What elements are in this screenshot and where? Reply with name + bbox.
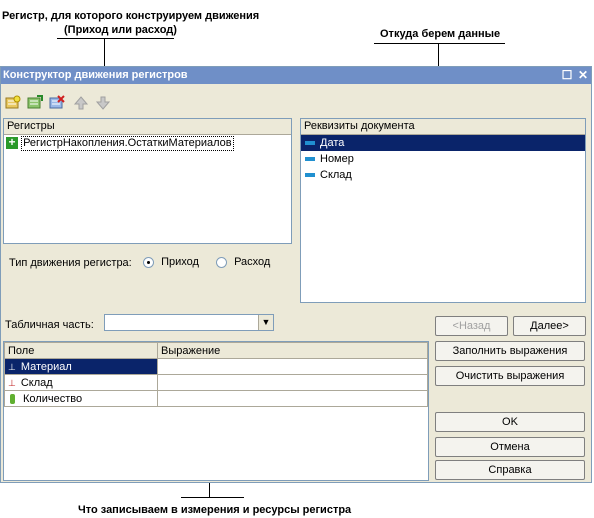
expression-cell[interactable]	[157, 358, 428, 375]
maximize-icon[interactable]: ☐	[560, 68, 574, 82]
dimension-icon: ⊥	[8, 377, 16, 388]
field-name: Склад	[20, 376, 53, 389]
register-movement-constructor-window: Конструктор движения регистров ☐ ✕ Регис…	[0, 66, 592, 483]
dimension-icon: ⊥	[8, 361, 16, 372]
column-expression[interactable]: Выражение	[157, 342, 428, 359]
window-title: Конструктор движения регистров	[3, 69, 188, 81]
annotation-bottom: Что записываем в измерения и ресурсы рег…	[78, 504, 352, 516]
attribute-icon	[305, 141, 315, 146]
attr-item-warehouse[interactable]: Склад	[301, 167, 585, 183]
close-icon[interactable]: ✕	[576, 68, 590, 82]
attr-label: Номер	[320, 153, 354, 165]
table-part-label: Табличная часть:	[5, 319, 94, 331]
registers-panel: Регистры + РегистрНакопления.ОстаткиМате…	[3, 118, 292, 244]
clear-expressions-button[interactable]: Очистить выражения	[435, 366, 585, 386]
window-titlebar: Конструктор движения регистров ☐ ✕	[1, 67, 591, 84]
field-cell[interactable]: ⊥ Склад	[4, 374, 158, 391]
ok-button[interactable]: OK	[435, 412, 585, 432]
column-field[interactable]: Поле	[4, 342, 158, 359]
register-plus-icon: +	[6, 136, 18, 150]
document-attributes-header: Реквизиты документа	[301, 119, 585, 135]
attr-item-date[interactable]: Дата	[301, 135, 585, 151]
table-part-select[interactable]: ▼	[104, 314, 274, 331]
table-row[interactable]: ⊥ Материал	[4, 358, 428, 375]
attr-label: Склад	[320, 169, 352, 181]
attribute-icon	[305, 173, 315, 178]
radio-expense-indicator[interactable]	[216, 256, 227, 268]
table-row[interactable]: Количество	[4, 390, 428, 407]
field-name: Количество	[23, 392, 83, 405]
attr-label: Дата	[320, 137, 345, 149]
next-button[interactable]: Далее>	[513, 316, 586, 336]
annotation-underline-right	[374, 43, 505, 44]
field-name: Материал	[20, 360, 72, 373]
fields-table: Поле Выражение ⊥ Материал ⊥ Склад Количест…	[4, 342, 428, 407]
expression-cell[interactable]	[157, 374, 428, 391]
move-up-icon[interactable]	[73, 95, 89, 111]
back-button[interactable]: <Назад	[435, 316, 508, 336]
cancel-button[interactable]: Отмена	[435, 437, 585, 457]
insert-register-icon[interactable]	[27, 95, 43, 111]
resource-icon	[10, 393, 15, 404]
help-button[interactable]: Справка	[435, 460, 585, 480]
radio-income-label: Приход	[161, 256, 199, 268]
attr-item-number[interactable]: Номер	[301, 151, 585, 167]
movement-type-label: Тип движения регистра:	[9, 257, 132, 269]
table-row[interactable]: ⊥ Склад	[4, 374, 428, 391]
document-attributes-panel: Реквизиты документа Дата Номер Склад	[300, 118, 586, 303]
chevron-down-icon[interactable]: ▼	[258, 315, 273, 330]
fields-table-panel: Поле Выражение ⊥ Материал ⊥ Склад Количест…	[3, 341, 429, 481]
radio-income[interactable]: Приход	[143, 256, 199, 268]
radio-income-indicator[interactable]	[143, 256, 154, 268]
register-item[interactable]: + РегистрНакопления.ОстаткиМатериалов	[4, 135, 291, 151]
annotation-register: Регистр, для которого конструируем движе…	[2, 10, 260, 22]
field-cell[interactable]: Количество	[4, 390, 158, 407]
radio-expense[interactable]: Расход	[216, 256, 270, 268]
add-register-icon[interactable]	[5, 95, 21, 111]
register-item-label: РегистрНакопления.ОстаткиМатериалов	[21, 136, 234, 151]
delete-register-icon[interactable]	[49, 95, 65, 111]
registers-header: Регистры	[4, 119, 291, 135]
expression-cell[interactable]	[157, 390, 428, 407]
fill-expressions-button[interactable]: Заполнить выражения	[435, 341, 585, 361]
radio-expense-label: Расход	[234, 256, 271, 268]
annotation-register-sub: (Приход или расход)	[64, 24, 177, 36]
attribute-icon	[305, 157, 315, 162]
move-down-icon[interactable]	[95, 95, 111, 111]
annotation-underline-left	[57, 38, 174, 39]
annotation-underline-bottom	[181, 497, 244, 498]
field-cell[interactable]: ⊥ Материал	[4, 358, 158, 375]
annotation-source: Откуда берем данные	[380, 28, 501, 40]
